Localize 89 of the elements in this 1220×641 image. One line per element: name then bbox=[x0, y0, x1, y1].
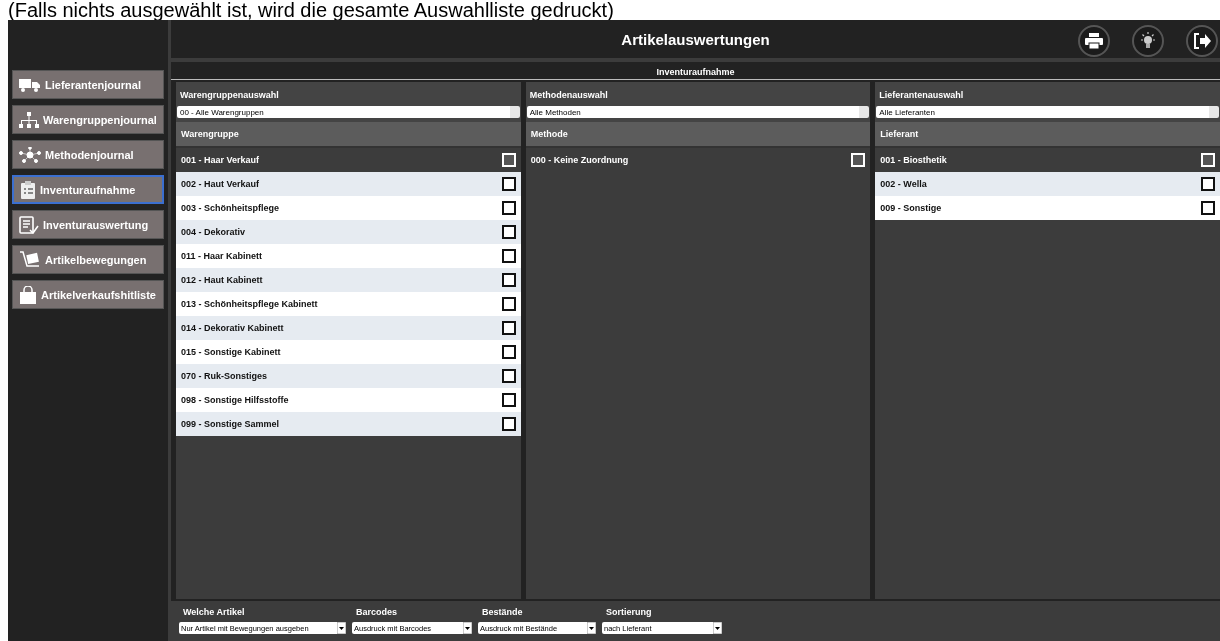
checkbox[interactable] bbox=[501, 273, 516, 287]
select-field[interactable]: 00 - Alle Warengruppen bbox=[177, 106, 520, 118]
list-row[interactable]: 011 - Haar Kabinett bbox=[176, 244, 521, 268]
row-label: 000 - Keine Zuordnung bbox=[530, 155, 629, 165]
list-row[interactable]: 009 - Sonstige bbox=[875, 196, 1220, 220]
checkbox[interactable] bbox=[501, 321, 516, 335]
list-row[interactable]: 015 - Sonstige Kabinett bbox=[176, 340, 521, 364]
list-row[interactable]: 070 - Ruk-Sonstiges bbox=[176, 364, 521, 388]
caption-text: (Falls nichts ausgewählt ist, wird die gesamte Auswahlliste gedruckt) bbox=[8, 0, 614, 20]
checkbox[interactable] bbox=[1201, 201, 1215, 215]
sidebar-label: Inventuraufnahme bbox=[40, 183, 136, 196]
field-label: Lieferantenauswahl bbox=[878, 89, 965, 102]
row-label: 013 - Schönheitspflege Kabinett bbox=[181, 299, 318, 309]
list-row[interactable]: 099 - Sonstige Sammel bbox=[176, 412, 521, 436]
page-title: Artikelauswertungen bbox=[621, 30, 770, 48]
sidebar-item[interactable]: Lieferantenjournal bbox=[12, 70, 164, 99]
clipboard-icon bbox=[20, 180, 36, 199]
sidebar-item[interactable]: Inventuraufnahme bbox=[12, 175, 164, 204]
row-label: 009 - Sonstige bbox=[880, 203, 942, 213]
row-label: 003 - Schönheitspflege bbox=[181, 203, 280, 213]
row-label: 015 - Sonstige Kabinett bbox=[181, 347, 281, 357]
section-title: Inventuraufnahme bbox=[171, 62, 1220, 80]
sidebar-item[interactable]: Inventurauswertung bbox=[12, 210, 164, 239]
row-label: 001 - Biosthetik bbox=[880, 155, 947, 165]
select-field[interactable]: Alle Methoden bbox=[526, 106, 870, 118]
checkbox[interactable] bbox=[501, 297, 516, 311]
sidebar-item[interactable]: Artikelverkaufshitliste bbox=[12, 280, 164, 309]
sidebar-label: Methodenjournal bbox=[45, 148, 134, 161]
sidebar-item[interactable]: Artikelbewegungen bbox=[12, 245, 164, 274]
list-row[interactable]: 014 - Dekorativ Kabinett bbox=[176, 316, 521, 340]
list-row[interactable]: 002 - Haut Verkauf bbox=[176, 172, 521, 196]
printer-icon bbox=[1085, 33, 1103, 49]
row-label: 002 - Haut Verkauf bbox=[181, 179, 260, 189]
sidebar-item[interactable]: Methodenjournal bbox=[12, 140, 164, 169]
row-label: 002 - Wella bbox=[880, 179, 927, 189]
row-label: 014 - Dekorativ Kabinett bbox=[181, 323, 284, 333]
sidebar-label: Inventurauswertung bbox=[43, 218, 149, 231]
checkbox[interactable] bbox=[501, 417, 516, 431]
list-header: Methode bbox=[525, 122, 871, 148]
help-button[interactable] bbox=[1132, 25, 1164, 57]
field-label: Warengruppenauswahl bbox=[179, 89, 280, 102]
print-button[interactable] bbox=[1078, 25, 1110, 57]
checkbox[interactable] bbox=[501, 393, 516, 407]
list-row[interactable]: 004 - Dekorativ bbox=[176, 220, 521, 244]
checkbox[interactable] bbox=[501, 201, 516, 215]
caret-icon bbox=[337, 622, 346, 634]
select-field[interactable]: Alle Lieferanten bbox=[876, 106, 1219, 118]
logout-button[interactable] bbox=[1186, 25, 1218, 57]
row-label: 070 - Ruk-Sonstiges bbox=[181, 371, 268, 381]
sidebar-label: Artikelbewegungen bbox=[45, 253, 147, 266]
option-label: Sortierung bbox=[605, 607, 653, 617]
truck-icon bbox=[19, 77, 41, 92]
field-label: Methodenauswahl bbox=[528, 89, 609, 102]
list-row[interactable]: 098 - Sonstige Hilfsstoffe bbox=[176, 388, 521, 412]
sidebar-label: Lieferantenjournal bbox=[45, 78, 141, 91]
logout-icon bbox=[1193, 33, 1211, 49]
row-label: 004 - Dekorativ bbox=[181, 227, 246, 237]
caret-icon bbox=[713, 622, 722, 634]
caret-icon bbox=[463, 622, 472, 634]
list-row[interactable]: 013 - Schönheitspflege Kabinett bbox=[176, 292, 521, 316]
lightbulb-icon bbox=[1139, 32, 1157, 50]
checklist-icon bbox=[19, 215, 39, 234]
sidebar-label: Warengruppenjournal bbox=[43, 113, 157, 126]
list-row[interactable]: 003 - Schönheitspflege bbox=[176, 196, 521, 220]
cart-icon bbox=[19, 250, 41, 269]
sidebar-item[interactable]: Warengruppenjournal bbox=[12, 105, 164, 134]
checkbox[interactable] bbox=[501, 345, 516, 359]
list-row[interactable]: 012 - Haut Kabinett bbox=[176, 268, 521, 292]
option-label: Barcodes bbox=[355, 607, 399, 617]
row-label: 099 - Sonstige Sammel bbox=[181, 419, 280, 429]
option-label: Welche Artikel bbox=[182, 607, 246, 617]
checkbox[interactable] bbox=[501, 249, 516, 263]
row-label: 098 - Sonstige Hilfsstoffe bbox=[181, 395, 289, 405]
sidebar-label: Artikelverkaufshitliste bbox=[41, 288, 156, 301]
bag-icon bbox=[19, 285, 37, 304]
hierarchy-icon bbox=[19, 111, 39, 128]
row-label: 012 - Haut Kabinett bbox=[181, 275, 263, 285]
checkbox[interactable] bbox=[501, 369, 516, 383]
row-label: 011 - Haar Kabinett bbox=[181, 251, 263, 261]
checkbox[interactable] bbox=[1201, 177, 1215, 191]
option-label: Bestände bbox=[481, 607, 524, 617]
list-header: Lieferant bbox=[875, 122, 1220, 148]
network-icon bbox=[19, 146, 41, 163]
checkbox[interactable] bbox=[501, 177, 516, 191]
checkbox[interactable] bbox=[501, 225, 516, 239]
list-row[interactable]: 002 - Wella bbox=[875, 172, 1220, 196]
caret-icon bbox=[587, 622, 596, 634]
list-header: Warengruppe bbox=[176, 122, 521, 148]
row-label: 001 - Haar Verkauf bbox=[181, 155, 260, 165]
